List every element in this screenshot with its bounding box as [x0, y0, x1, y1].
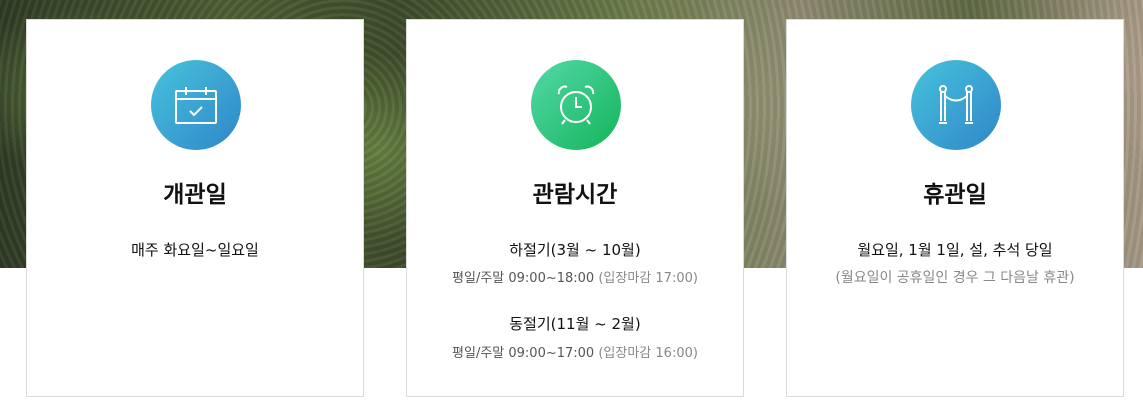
summer-hours: 평일/주말 09:00~18:00 (입장마감 17:00)	[407, 267, 743, 286]
card-title: 관람시간	[532, 182, 618, 208]
rope-barrier-icon	[911, 60, 1001, 150]
summer-season-label: 하절기(3월 ~ 10월)	[509, 241, 641, 259]
card-title: 휴관일	[923, 182, 987, 208]
calendar-check-icon	[151, 60, 241, 150]
opening-days-text: 매주 화요일~일요일	[131, 241, 259, 259]
winter-season-label: 동절기(11월 ~ 2월)	[509, 315, 641, 333]
opening-days-card: 개관일 매주 화요일~일요일	[26, 19, 364, 397]
alarm-clock-icon	[531, 60, 621, 150]
card-title: 개관일	[163, 182, 227, 208]
viewing-hours-card: 관람시간 하절기(3월 ~ 10월) 평일/주말 09:00~18:00 (입장…	[406, 19, 744, 397]
closed-days-note: (월요일이 공휴일인 경우 그 다음날 휴관)	[835, 270, 1075, 286]
winter-last-entry: (입장마감 16:00)	[598, 346, 698, 361]
winter-hours-text: 평일/주말 09:00~17:00	[452, 346, 595, 361]
summer-last-entry: (입장마감 17:00)	[598, 271, 698, 286]
closed-days-card: 휴관일 월요일, 1월 1일, 설, 추석 당일 (월요일이 공휴일인 경우 그…	[786, 19, 1124, 397]
summer-hours-text: 평일/주말 09:00~18:00	[452, 271, 595, 286]
closed-days-text: 월요일, 1월 1일, 설, 추석 당일	[857, 241, 1053, 259]
winter-hours: 평일/주말 09:00~17:00 (입장마감 16:00)	[407, 342, 743, 361]
